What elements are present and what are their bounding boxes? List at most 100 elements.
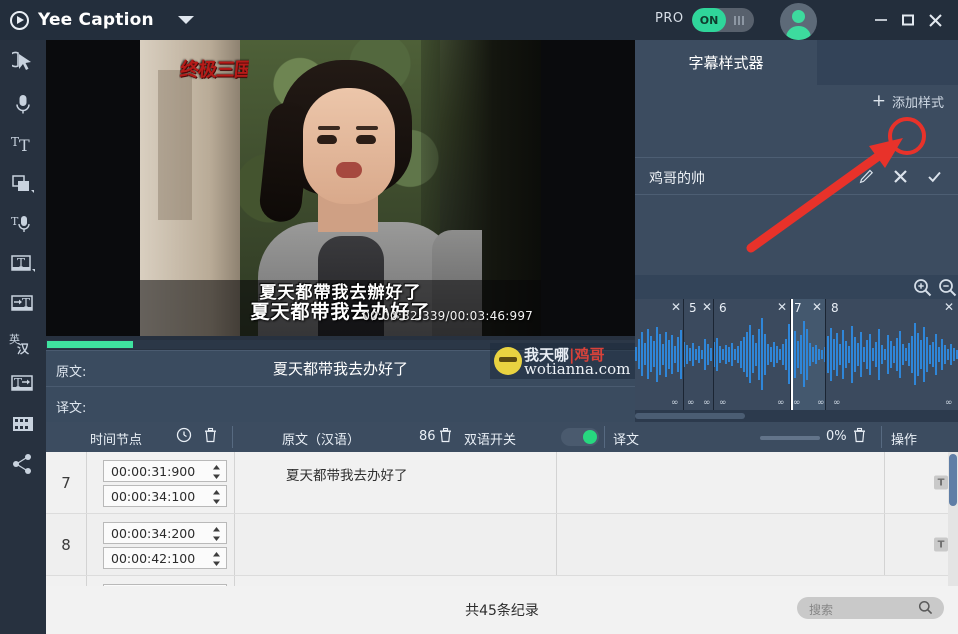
pencil-icon[interactable]	[856, 166, 876, 186]
left-toolbar: TT T T T 英汉 T	[0, 40, 46, 634]
header-time-node: 时间节点	[90, 433, 143, 448]
row-translation-text[interactable]	[601, 452, 929, 513]
segment-label-8[interactable]: 8	[831, 301, 839, 315]
trash-icon-time[interactable]	[203, 427, 218, 447]
text-badge-icon[interactable]: T	[934, 537, 948, 552]
row-original-text[interactable]	[278, 514, 601, 575]
text-to-speech-tool[interactable]: T	[0, 204, 46, 244]
row-index: 7	[61, 473, 71, 492]
link-chain-icon[interactable]: ∞	[777, 398, 785, 408]
video-channel-logo: 终极三国	[178, 59, 250, 81]
check-icon[interactable]	[924, 166, 944, 186]
link-chain-icon[interactable]: ∞	[719, 398, 727, 408]
segment-label-7[interactable]: 7	[794, 301, 802, 315]
row-start-time-input[interactable]: 00:00:31:900	[103, 460, 227, 482]
column-divider	[884, 452, 885, 513]
stepper-arrows-icon[interactable]	[212, 551, 221, 567]
svg-text:汉: 汉	[17, 341, 30, 356]
link-chain-icon[interactable]: ∞	[671, 398, 679, 408]
playback-progress-fill	[47, 341, 133, 348]
svg-text:T: T	[19, 136, 30, 155]
row-original-text[interactable]: 夏天都带我去办好了	[278, 452, 601, 513]
share-nodes-icon	[12, 453, 34, 475]
row-start-time-input[interactable]: 00:00:34:200	[103, 522, 227, 544]
maximize-icon[interactable]	[893, 0, 923, 40]
segment-label-5[interactable]: 5	[689, 301, 697, 315]
link-chain-icon[interactable]: ∞	[793, 398, 801, 408]
stepper-arrows-icon[interactable]	[212, 489, 221, 505]
segment-label-6[interactable]: 6	[719, 301, 727, 315]
magnifier-plus-icon[interactable]	[913, 278, 932, 297]
table-scrollbar[interactable]	[948, 452, 958, 604]
add-text-tool[interactable]: T	[0, 244, 46, 284]
tab-subtitle-styler[interactable]: 字幕样式器	[635, 40, 817, 85]
pro-toggle[interactable]: ON	[692, 8, 754, 32]
shape-tool[interactable]	[0, 164, 46, 204]
video-person-brow-left	[318, 126, 340, 130]
english-chinese-icon: 英汉	[9, 332, 37, 356]
video-person-brow-right	[356, 126, 378, 130]
row-end-time-input[interactable]: 00:00:42:100	[103, 547, 227, 569]
style-list-item[interactable]: 鸡哥的帅	[635, 157, 958, 195]
video-person-mouth	[336, 162, 362, 178]
header-divider	[232, 426, 233, 448]
link-chain-icon[interactable]: ∞	[703, 398, 711, 408]
watermark-line-2: wotianna.com	[524, 360, 631, 378]
column-divider	[884, 514, 885, 575]
row-translation-text[interactable]	[601, 514, 929, 575]
video-tool[interactable]	[0, 404, 46, 444]
chevron-down-icon[interactable]	[177, 16, 194, 24]
segment-close-icon[interactable]: ✕	[671, 300, 681, 314]
stepper-arrows-icon[interactable]	[212, 526, 221, 542]
play-circle-icon	[10, 10, 29, 30]
video-preview-area[interactable]: 终极三国 夏天都帶我去辦好了 夏天都带我去办好了 00:00:32:339/00…	[46, 40, 635, 336]
import-text-tool[interactable]: T	[0, 284, 46, 324]
trash-icon-original[interactable]	[438, 427, 453, 447]
minimize-icon[interactable]	[866, 0, 896, 40]
style-panel-tabstrip: 字幕样式器	[635, 40, 958, 85]
record-audio-tool[interactable]	[0, 84, 46, 124]
close-x-icon[interactable]	[890, 166, 910, 186]
text-size-tool[interactable]: TT	[0, 124, 46, 164]
segment-close-icon[interactable]: ✕	[812, 300, 822, 314]
cursor-select-tool[interactable]	[0, 40, 46, 84]
text-badge-icon[interactable]: T	[934, 475, 948, 490]
user-avatar-icon[interactable]	[780, 3, 817, 40]
table-scrollbar-thumb[interactable]	[949, 454, 957, 506]
share-tool[interactable]	[0, 444, 46, 484]
column-divider	[556, 514, 557, 575]
waveform-scrollbar-thumb[interactable]	[635, 413, 745, 419]
header-translation: 译文	[613, 433, 640, 448]
add-style-label: 添加样式	[891, 96, 944, 111]
magnifier-icon[interactable]	[918, 600, 933, 619]
row-end-time-input[interactable]: 00:00:34:100	[103, 485, 227, 507]
waveform-canvas[interactable]: 5 6 7 ✕ ✕ ✕ ✕ 8 ✕ ∞ ∞ ∞ ∞ ∞ ∞ ∞ ∞ ∞	[635, 299, 958, 410]
pro-toggle-knob: ON	[692, 8, 726, 32]
bilingual-switch-toggle[interactable]	[561, 428, 599, 446]
stepper-arrows-icon[interactable]	[212, 464, 221, 480]
link-chain-icon[interactable]: ∞	[833, 398, 841, 408]
segment-close-icon[interactable]: ✕	[702, 300, 712, 314]
segment-close-icon[interactable]: ✕	[777, 300, 787, 314]
search-input[interactable]: 搜索	[797, 597, 944, 619]
clock-icon[interactable]	[176, 427, 192, 447]
status-bar: 共45条纪录 搜索	[46, 586, 958, 634]
export-text-tool[interactable]: T	[0, 364, 46, 404]
waveform-scrollbar[interactable]	[635, 410, 958, 422]
add-style-button[interactable]: + 添加样式	[872, 92, 944, 112]
watermark-overlay: 我天哪|鸡哥 wotianna.com	[490, 343, 635, 379]
link-chain-icon[interactable]: ∞	[817, 398, 825, 408]
table-row[interactable]: 8 00:00:34:200 00:00:42:100 T	[46, 514, 958, 576]
table-row[interactable]: 7 00:00:31:900 00:00:34:100 夏天都带我去办好了 T	[46, 452, 958, 514]
magnifier-minus-icon[interactable]	[938, 278, 957, 297]
video-time-display: 00:00:32:339/00:03:46:997	[362, 309, 533, 323]
trash-icon-translation[interactable]	[852, 427, 867, 447]
close-icon[interactable]	[920, 0, 950, 40]
column-divider	[556, 452, 557, 513]
translate-tool[interactable]: 英汉	[0, 324, 46, 364]
link-chain-icon[interactable]: ∞	[687, 398, 695, 408]
svg-text:T: T	[11, 215, 19, 228]
link-chain-icon[interactable]: ∞	[945, 398, 953, 408]
style-item-name: 鸡哥的帅	[649, 171, 705, 187]
segment-close-icon[interactable]: ✕	[944, 300, 954, 314]
